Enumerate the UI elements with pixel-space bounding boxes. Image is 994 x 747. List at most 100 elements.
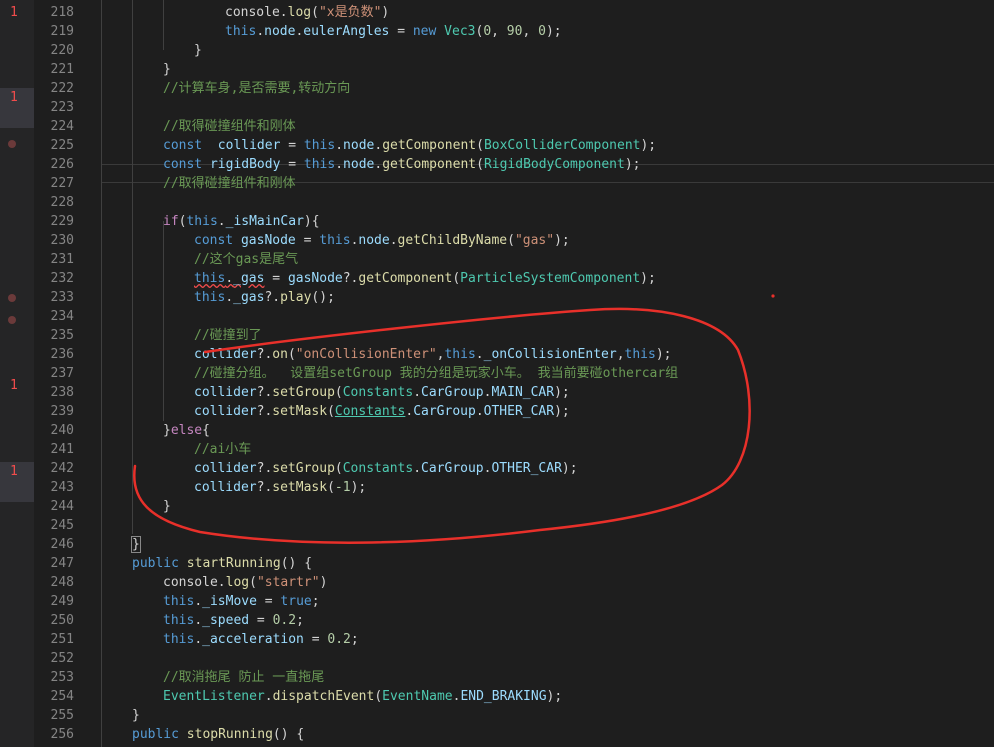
code-token: //取得碰撞组件和刚体 xyxy=(163,176,296,191)
problem-count-marker[interactable]: 1 xyxy=(0,376,34,395)
code-token: log xyxy=(287,5,312,20)
line-number: 254 xyxy=(50,689,74,704)
code-line[interactable]: //碰撞分组。 设置组setGroup 我的分组是玩家小车。 我当前要碰othe… xyxy=(194,364,678,383)
code-token: gasNode xyxy=(287,271,343,286)
code-line[interactable]: console.log("x是负数") xyxy=(225,3,389,22)
code-line[interactable]: if(this._isMainCar){ xyxy=(163,212,320,231)
code-token: ( xyxy=(476,138,484,153)
line-number: 230 xyxy=(50,233,74,248)
code-token: node xyxy=(358,233,390,248)
code-token: ; xyxy=(311,594,320,609)
code-line[interactable]: } xyxy=(132,706,140,725)
code-token: ){ xyxy=(303,214,320,229)
code-line[interactable]: //取得碰撞组件和刚体 xyxy=(163,174,296,193)
code-token: const xyxy=(194,233,234,248)
code-line[interactable]: this._acceleration = 0.2; xyxy=(163,630,359,649)
code-token: () { xyxy=(272,727,305,742)
code-token: ); xyxy=(546,689,563,704)
problem-markers-margin: 1 1 1 1 xyxy=(0,0,34,747)
code-token: this xyxy=(444,347,476,362)
code-line[interactable]: this._speed = 0.2; xyxy=(163,611,304,630)
line-number: 244 xyxy=(50,499,74,514)
code-token: CarGroup xyxy=(413,404,476,419)
code-token: = xyxy=(249,613,273,628)
code-token: { xyxy=(202,423,210,438)
line-number: 253 xyxy=(50,670,74,685)
problem-count-marker[interactable]: 1 xyxy=(0,3,34,22)
code-editor[interactable]: 1 1 1 1 218 219 220 221 222 223 224 225 226 227 228 22… xyxy=(0,0,994,747)
code-line[interactable]: console.log("startr") xyxy=(163,573,327,592)
code-token: ); xyxy=(640,271,656,286)
code-line[interactable]: const collider = this.node.getComponent(… xyxy=(163,136,656,155)
code-line[interactable]: EventListener.dispatchEvent(EventName.EN… xyxy=(163,687,562,706)
code-line[interactable]: collider?.setGroup(Constants.CarGroup.MA… xyxy=(194,383,570,402)
line-number: 218 xyxy=(50,5,74,20)
code-token: = xyxy=(389,24,413,39)
code-token: MAIN_CAR xyxy=(491,385,555,400)
code-area[interactable]: console.log("x是负数") this.node.eulerAngles… xyxy=(101,0,994,747)
code-token: public xyxy=(132,727,179,742)
code-line[interactable]: } xyxy=(194,41,202,60)
code-line[interactable]: //取得碰撞组件和刚体 xyxy=(163,117,296,136)
code-token: . xyxy=(405,404,414,419)
line-number: 232 xyxy=(50,271,74,286)
line-number: 248 xyxy=(50,575,74,590)
code-token: ( xyxy=(334,385,343,400)
code-line[interactable]: const gasNode = this.node.getChildByName… xyxy=(194,231,570,250)
code-line[interactable]: } xyxy=(163,497,171,516)
code-line[interactable]: } xyxy=(131,535,141,554)
code-line[interactable]: public stopRunning() { xyxy=(132,725,304,744)
breakpoint-dot[interactable] xyxy=(8,294,16,302)
code-token: 0.2 xyxy=(272,613,297,628)
code-token: //取得碰撞组件和刚体 xyxy=(163,119,296,134)
code-token: setGroup xyxy=(272,461,335,476)
code-token: _acceleration xyxy=(202,632,304,647)
code-token: ; xyxy=(350,632,359,647)
code-token: this xyxy=(303,157,336,172)
code-token: } xyxy=(194,43,202,58)
code-line[interactable]: //ai小车 xyxy=(194,440,251,459)
code-line[interactable]: collider?.setMask(Constants.CarGroup.OTH… xyxy=(194,402,570,421)
code-token: CarGroup xyxy=(421,461,484,476)
code-token: rigidBody xyxy=(209,157,281,172)
code-token: ( xyxy=(287,347,296,362)
code-token: this xyxy=(303,138,336,153)
code-line[interactable]: this._gas?.play(); xyxy=(194,288,335,307)
code-token: _gas xyxy=(233,290,265,305)
code-token: collider xyxy=(194,461,257,476)
line-number: 246 xyxy=(50,537,74,552)
code-line[interactable]: //计算车身,是否需要,转动方向 xyxy=(163,79,350,98)
code-line[interactable]: } xyxy=(163,60,171,79)
code-line[interactable]: collider?.on("onCollisionEnter",this._on… xyxy=(194,345,671,364)
problem-count-marker[interactable]: 1 xyxy=(0,462,34,502)
code-line[interactable]: collider?.setGroup(Constants.CarGroup.OT… xyxy=(194,459,578,478)
code-token: ?. xyxy=(264,290,281,305)
code-token: = xyxy=(280,138,304,153)
code-token: Constants xyxy=(342,385,414,400)
code-token: . xyxy=(194,594,203,609)
code-token: ); xyxy=(655,347,672,362)
code-line[interactable]: //这个gas是尾气 xyxy=(194,250,298,269)
breakpoint-dot[interactable] xyxy=(8,316,16,324)
code-token: //碰撞分组。 设置组setGroup 我的分组是玩家小车。 我当前要碰othe… xyxy=(194,366,679,381)
code-line[interactable]: this._gas = gasNode?.getComponent(Partic… xyxy=(194,269,656,288)
code-token: . xyxy=(374,157,383,172)
code-line[interactable]: }else{ xyxy=(163,421,210,440)
code-line[interactable]: const rigidBody = this.node.getComponent… xyxy=(163,155,640,174)
breakpoint-dot[interactable] xyxy=(8,140,16,148)
code-line[interactable]: //取消拖尾 防止 一直拖尾 xyxy=(163,668,324,687)
code-line[interactable]: collider?.setMask(-1); xyxy=(194,478,366,497)
code-line[interactable]: public startRunning() { xyxy=(132,554,312,573)
code-token: . xyxy=(194,613,203,628)
code-token: node xyxy=(343,157,375,172)
code-token: this xyxy=(194,290,226,305)
code-token: on xyxy=(272,347,288,362)
code-line[interactable]: this.node.eulerAngles = new Vec3(0, 90, … xyxy=(225,22,562,41)
code-line[interactable]: //碰撞到了 xyxy=(194,326,262,345)
code-token: ( xyxy=(327,404,335,419)
code-line[interactable]: this._isMove = true; xyxy=(163,592,320,611)
problem-count-marker[interactable]: 1 xyxy=(0,88,34,128)
line-number: 245 xyxy=(50,518,74,533)
